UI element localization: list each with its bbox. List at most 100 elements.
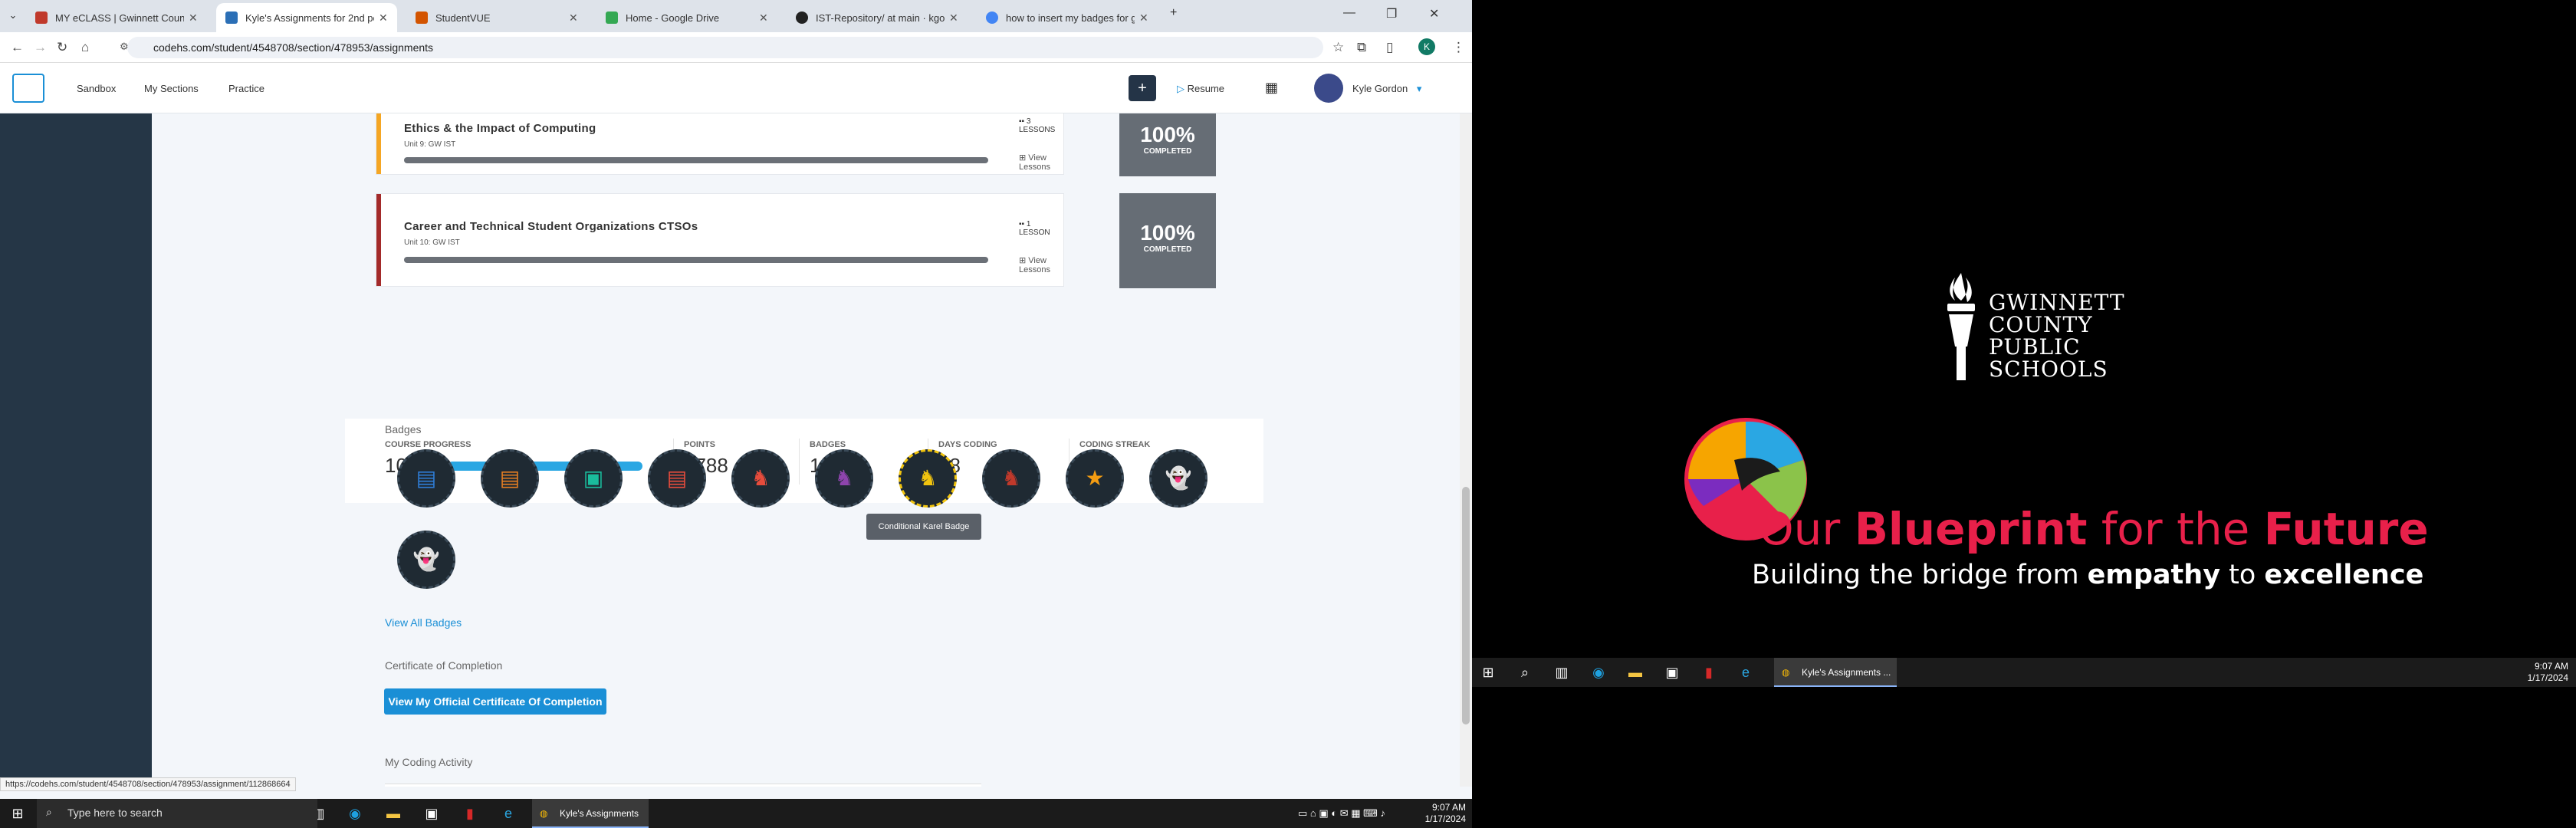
tab-search-chevron-icon[interactable]: ⌄ (5, 8, 21, 23)
system-tray-icons[interactable]: ▭ ⌂ ▣ ◐ ✉ ▦ ⌨ ♪ (1273, 806, 1411, 821)
unit-subtitle: Unit 9: GW IST (404, 140, 456, 149)
orange-screen-icon: ▤ (499, 466, 521, 490)
main-content: Ethics & the Impact of Computing Unit 9:… (152, 113, 1460, 787)
bookmark-star-icon[interactable]: ☆ (1332, 40, 1344, 55)
create-button[interactable]: + (1129, 75, 1156, 101)
karel-purple-icon: ♞ (834, 466, 854, 490)
edge-icon[interactable]: ◉ (1590, 665, 1607, 680)
badge-ghost-orange[interactable]: 👻 (1149, 449, 1208, 508)
minimize-icon[interactable]: — (1343, 6, 1355, 20)
file-explorer-icon[interactable]: ▬ (1627, 665, 1644, 680)
google-favicon-icon (986, 12, 998, 24)
profile-avatar[interactable]: K (1418, 38, 1435, 55)
view-lessons-link[interactable]: ⊞ View Lessons (1019, 255, 1063, 274)
browser-tab-eclass[interactable]: MY eCLASS | Gwinnett County ✕ (26, 3, 207, 32)
close-tab-icon[interactable]: ✕ (949, 12, 958, 25)
resume-button[interactable]: ▷ Resume (1177, 83, 1224, 95)
divider (799, 439, 800, 485)
badge-karel-purple[interactable]: ♞ (815, 449, 873, 508)
badge-dark-screen[interactable]: ▤ (648, 449, 706, 508)
internet-explorer-icon[interactable]: e (500, 806, 517, 821)
unit-card-9[interactable]: Ethics & the Impact of Computing Unit 9:… (376, 113, 1064, 175)
calendar-app-icon[interactable]: ▣ (1664, 665, 1681, 680)
browser-tab-studentvue[interactable]: StudentVUE ✕ (406, 3, 587, 32)
taskbar-chrome-window[interactable]: ◍ Kyle's Assignments ... (1774, 658, 1897, 687)
site-info-icon[interactable]: ⚙ (120, 41, 129, 53)
tagline: Building the bridge from empathy to exce… (1752, 560, 2424, 590)
search-icon[interactable]: ⌕ (1516, 665, 1533, 680)
unit-card-10[interactable]: Career and Technical Student Organizatio… (376, 193, 1064, 287)
badge-orange-screen[interactable]: ▤ (481, 449, 539, 508)
internet-explorer-icon[interactable]: e (1737, 665, 1754, 680)
red-app-icon[interactable]: ▮ (462, 806, 478, 821)
codehs-favicon-icon (225, 12, 238, 24)
more-menu-icon[interactable]: ⋮ (1452, 40, 1465, 55)
taskbar-clock[interactable]: 9:07 AM 1/17/2024 (1415, 802, 1466, 825)
grid-icon: ▪▪ (1019, 117, 1027, 126)
url-input[interactable]: ⚙ codehs.com/student/4548708/section/478… (120, 37, 1323, 58)
calendar-app-icon[interactable]: ▣ (423, 806, 440, 821)
close-tab-icon[interactable]: ✕ (569, 12, 578, 25)
browser-tab-bar: ⌄ MY eCLASS | Gwinnett County ✕ Kyle's A… (0, 0, 1472, 32)
browser-tab-assignments[interactable]: Kyle's Assignments for 2nd per ✕ (216, 3, 397, 32)
badge-ghost-teal[interactable]: 👻 (397, 531, 455, 589)
side-panel-icon[interactable]: ▯ (1386, 40, 1393, 55)
github-favicon-icon (796, 12, 808, 24)
restore-icon[interactable]: ❐ (1386, 6, 1397, 21)
badge-terminal[interactable]: ▣ (564, 449, 623, 508)
close-tab-icon[interactable]: ✕ (379, 12, 388, 25)
view-lessons-link[interactable]: ⊞ View Lessons (1019, 153, 1063, 172)
unit-lesson-count: ▪▪ 1 LESSON (1019, 220, 1050, 237)
chrome-icon: ◍ (1782, 667, 1790, 678)
extensions-icon[interactable]: ⧉ (1357, 40, 1366, 55)
taskbar-search-input[interactable]: ⌕ Type here to search (37, 799, 317, 828)
nav-my-sections[interactable]: My Sections (144, 83, 199, 94)
dark-screen-icon: ▤ (666, 466, 688, 490)
taskbar-chrome-window[interactable]: ◍ Kyle's Assignments ... (532, 799, 649, 828)
site-header: Sandbox My Sections Practice + ▷ Resume … (0, 63, 1472, 113)
browser-tab-google-search[interactable]: how to insert my badges for go ✕ (977, 3, 1158, 32)
close-tab-icon[interactable]: ✕ (189, 12, 198, 25)
file-explorer-icon[interactable]: ▬ (385, 806, 402, 821)
badge-karel-conditional[interactable]: ♞ (899, 449, 957, 508)
studentvue-favicon-icon (416, 12, 428, 24)
taskbar-clock[interactable]: 9:07 AM 1/17/2024 (2515, 661, 2568, 684)
badge-blue-screen[interactable]: ▤ (397, 449, 455, 508)
nav-practice[interactable]: Practice (228, 83, 264, 94)
browser-tab-github[interactable]: IST-Repository/ at main · kgor ✕ (787, 3, 968, 32)
edge-icon[interactable]: ◉ (347, 806, 363, 821)
codehs-logo[interactable] (12, 74, 44, 103)
gcps-torch-logo (1947, 273, 1975, 380)
unit-color-stripe (376, 194, 381, 286)
badge-karel-star[interactable]: ★ (1066, 449, 1124, 508)
windows-start-icon[interactable]: ⊞ (9, 806, 26, 821)
user-menu[interactable]: Kyle Gordon ▾ (1352, 83, 1421, 95)
close-window-icon[interactable]: ✕ (1429, 6, 1439, 21)
home-icon[interactable]: ⌂ (81, 40, 89, 55)
unit-progress-bar (404, 257, 988, 263)
badge-karel-dog[interactable]: ♞ (731, 449, 790, 508)
unit-title: Ethics & the Impact of Computing (404, 122, 596, 135)
browser-tab-drive[interactable]: Home - Google Drive ✕ (596, 3, 777, 32)
back-icon[interactable]: ← (11, 40, 24, 55)
left-sidebar (0, 113, 152, 787)
nav-sandbox[interactable]: Sandbox (77, 83, 116, 94)
coding-activity-heading: My Coding Activity (385, 756, 473, 768)
new-tab-icon[interactable]: + (1170, 6, 1177, 20)
calendar-icon[interactable]: ▦ (1265, 80, 1278, 96)
close-tab-icon[interactable]: ✕ (1139, 12, 1148, 25)
user-avatar[interactable] (1314, 74, 1343, 103)
unit-9-completion-box: 100% COMPLETED (1119, 113, 1216, 176)
red-app-icon[interactable]: ▮ (1700, 665, 1717, 680)
windows-start-icon[interactable]: ⊞ (1480, 665, 1497, 680)
scrollbar-thumb[interactable] (1462, 487, 1470, 724)
reload-icon[interactable]: ↻ (57, 40, 67, 55)
forward-icon[interactable]: → (34, 40, 47, 55)
task-view-icon[interactable]: ▥ (1553, 665, 1570, 680)
view-all-badges-link[interactable]: View All Badges (385, 616, 462, 629)
view-certificate-button[interactable]: View My Official Certificate Of Completi… (384, 688, 606, 715)
close-tab-icon[interactable]: ✕ (759, 12, 768, 25)
badge-karel-red[interactable]: ♞ (982, 449, 1040, 508)
expand-icon: ⊞ (1019, 153, 1029, 163)
link-status-url: https://codehs.com/student/4548708/secti… (0, 777, 296, 791)
